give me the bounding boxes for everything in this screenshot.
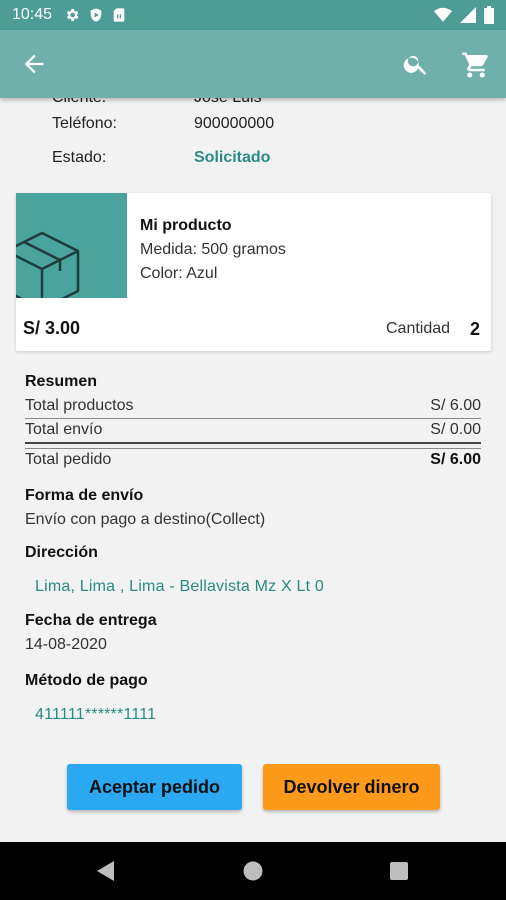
quantity-value: 2 (470, 319, 481, 339)
direccion-title: Dirección (25, 544, 98, 561)
entrega-title: Fecha de entrega (25, 612, 157, 629)
back-arrow-icon[interactable] (20, 50, 48, 78)
divider (25, 448, 481, 449)
recents-square-icon[interactable] (387, 859, 411, 883)
divider (25, 418, 481, 419)
product-measure: Medida: 500 gramos (140, 241, 286, 258)
search-icon[interactable] (402, 50, 430, 78)
home-circle-icon[interactable] (241, 859, 265, 883)
product-card[interactable]: Mi producto Medida: 500 gramos Color: Az… (16, 193, 491, 351)
total-divider (25, 442, 481, 444)
refund-button[interactable]: Devolver dinero (263, 764, 440, 810)
status-time: 10:45 (12, 6, 53, 23)
resumen-title: Resumen (25, 373, 98, 390)
total-pedido-label: Total pedido (25, 451, 112, 468)
entrega-value: 14-08-2020 (25, 636, 107, 653)
shield-icon (90, 8, 102, 22)
total-pedido-value: S/ 6.00 (430, 451, 481, 468)
product-name: Mi producto (140, 217, 232, 234)
cliente-label: Cliente: (52, 98, 106, 107)
back-triangle-icon[interactable] (94, 859, 118, 883)
total-productos-label: Total productos (25, 397, 134, 414)
gear-icon (66, 9, 79, 21)
accept-order-button[interactable]: Aceptar pedido (67, 764, 242, 810)
total-productos-value: S/ 6.00 (430, 397, 481, 414)
envio-value: Envío con pago a destino(Collect) (25, 511, 266, 528)
telefono-value: 900000000 (194, 115, 275, 132)
battery-icon (484, 6, 494, 24)
total-envio-value: S/ 0.00 (430, 421, 481, 438)
product-color: Color: Azul (140, 265, 218, 282)
wifi-icon (434, 7, 452, 22)
box-icon (16, 231, 80, 298)
telefono-label: Teléfono: (52, 115, 117, 132)
direccion-link[interactable]: Lima, Lima , Lima - Bellavista Mz X Lt 0 (35, 578, 324, 596)
signal-icon (460, 7, 476, 23)
pago-title: Método de pago (25, 672, 148, 689)
sim-icon (113, 8, 125, 22)
estado-value: Solicitado (194, 149, 271, 166)
total-envio-label: Total envío (25, 421, 103, 438)
status-bar: 10:45 (0, 0, 506, 30)
envio-title: Forma de envío (25, 487, 144, 504)
app-bar (0, 30, 506, 98)
product-price: S/ 3.00 (23, 318, 81, 338)
quantity-label: Cantidad (386, 320, 451, 337)
cliente-value: Jose Luis (194, 98, 262, 107)
system-nav-bar (0, 842, 506, 900)
order-detail-content[interactable]: Cliente: Jose Luis Teléfono: 900000000 E… (0, 98, 506, 842)
pago-link[interactable]: 411111******1111 (35, 706, 156, 724)
cart-icon[interactable] (461, 50, 491, 80)
product-image (16, 193, 127, 301)
estado-label: Estado: (52, 149, 107, 166)
